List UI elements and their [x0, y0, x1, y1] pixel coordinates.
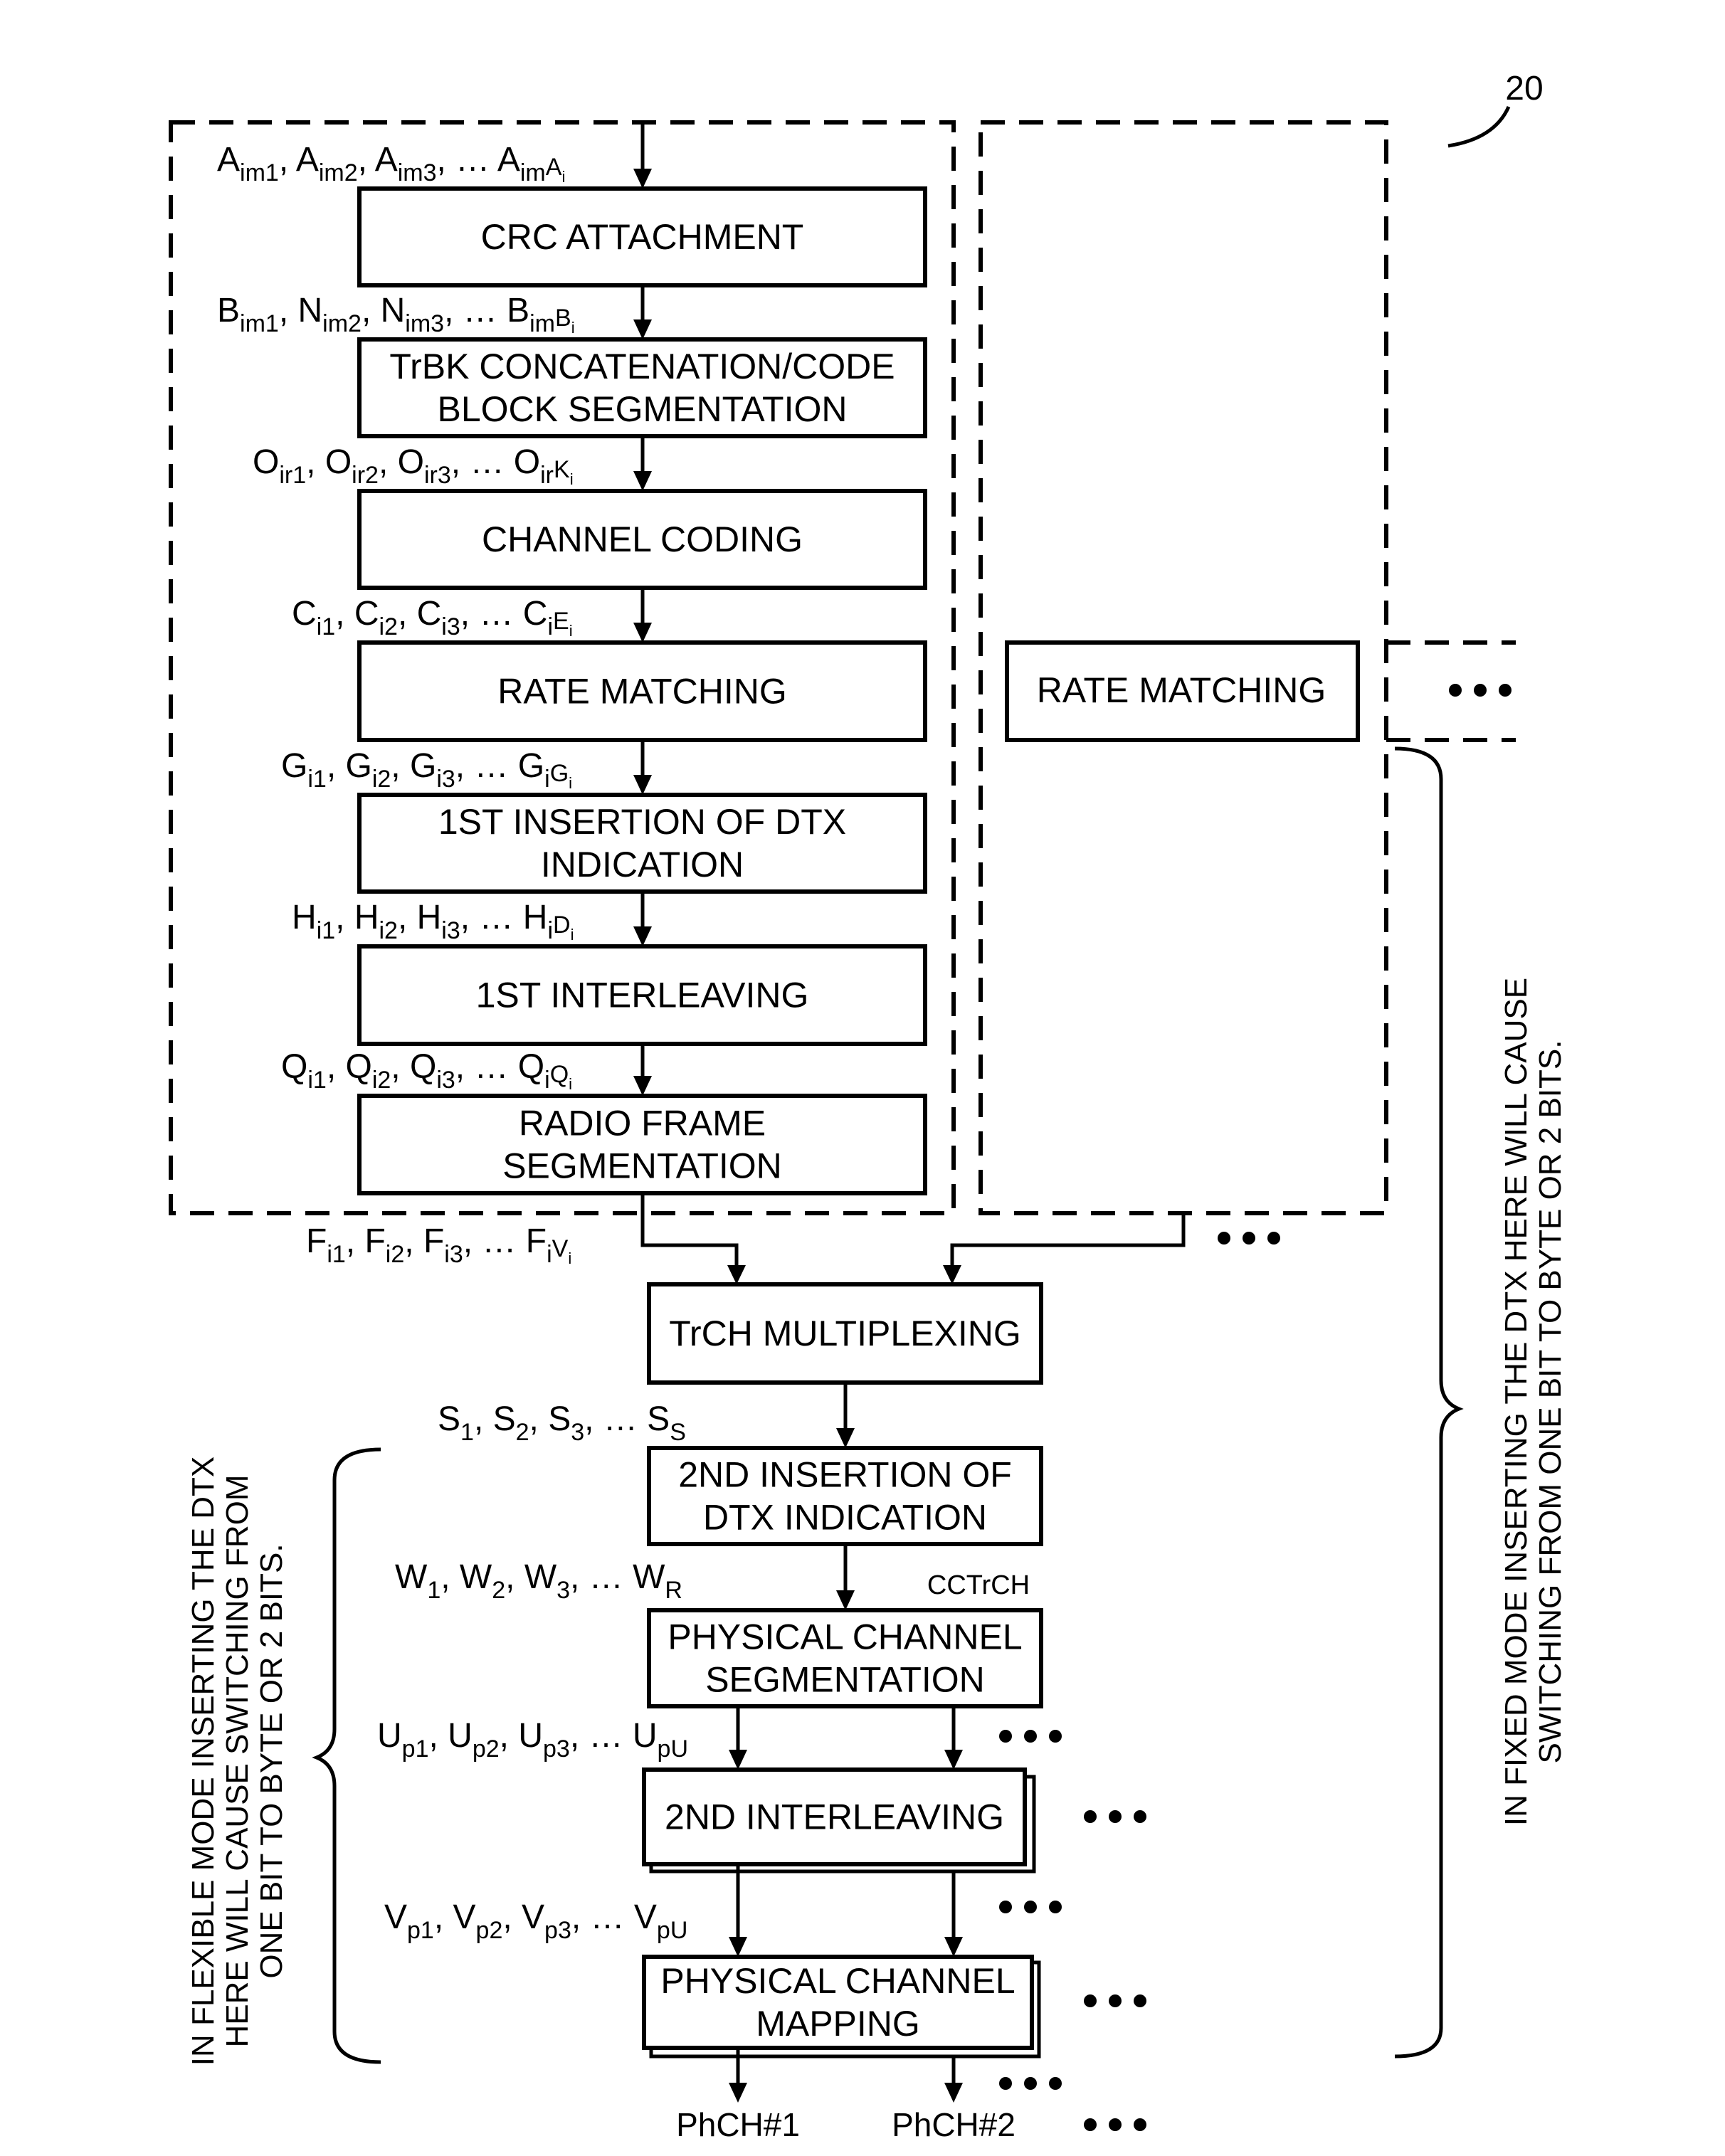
pcm-label-line-1: PHYSICAL CHANNEL — [660, 1961, 1015, 2001]
trbk-block[interactable]: TrBK CONCATENATION/CODEBLOCK SEGMENTATIO… — [357, 337, 927, 438]
mux-label-line-1: TrCH MULTIPLEXING — [669, 1314, 1020, 1353]
ellipsis-interleaving-outputs — [999, 1901, 1062, 1913]
il2-block[interactable]: 2ND INTERLEAVING — [642, 1767, 1027, 1866]
flexible-mode-annotation: IN FLEXIBLE MODE INSERTING THE DTX HERE … — [186, 1457, 289, 2066]
sequence-label-o: Oir1, Oir2, Oir3, … OirKi — [253, 443, 574, 489]
sequence-label-s: S1, S2, S3, … SS — [438, 1400, 686, 1446]
trch-2-to-mux-line — [950, 1213, 1186, 1274]
rfs-block[interactable]: RADIO FRAMESEGMENTATION — [357, 1094, 927, 1195]
arrowhead — [727, 1265, 746, 1284]
phch-1-label: PhCH#1 — [676, 2106, 800, 2143]
transport-channel-coding-diagram: 20 CRC ATTACHMENT TrBK CONCATENATION/CODE… — [169, 70, 1568, 2143]
il2-label-line-1: 2ND INTERLEAVING — [665, 1797, 1004, 1837]
phch-2-label: PhCH#2 — [892, 2106, 1016, 2143]
flexible-mode-brace — [312, 1447, 381, 2064]
sequence-label-h: Hi1, Hi2, Hi3, … HiDi — [292, 899, 574, 944]
crc-block[interactable]: CRC ATTACHMENT — [357, 186, 927, 287]
ellipsis-rate-matching — [1449, 684, 1512, 697]
rfs-label-line-2: SEGMENTATION — [502, 1146, 782, 1186]
cctrch-block-group: TrCH MULTIPLEXING 2ND INSERTION OFDTX IND… — [642, 1282, 1043, 2050]
sequence-label-c: Ci1, Ci2, Ci3, … CiEi — [292, 595, 573, 640]
trch-1-to-mux-line — [640, 1193, 739, 1274]
arrowhead — [633, 775, 652, 795]
arrowhead — [633, 169, 652, 189]
flexible-mode-line-1: IN FLEXIBLE MODE INSERTING THE DTX — [186, 1457, 221, 2066]
reference-leader-line — [1447, 105, 1511, 148]
pcs-label-line-1: PHYSICAL CHANNEL — [668, 1617, 1022, 1657]
arrowhead — [729, 1937, 747, 1957]
dtx1-block[interactable]: 1ST INSERTION OF DTXINDICATION — [357, 793, 927, 894]
crc-label-line-1: CRC ATTACHMENT — [481, 217, 804, 257]
cctrch-label: CCTrCH — [927, 1570, 1030, 1600]
sequence-label-b: Bim1, Nim2, Nim3, … BimBi — [217, 292, 575, 337]
ellipsis-phch-outputs — [1084, 2118, 1146, 2131]
sequence-label-u: Up1, Up2, Up3, … UpU — [377, 1717, 688, 1763]
ellipsis-physical-channel-mapping — [1084, 1994, 1146, 2007]
sequence-label-w: W1, W2, W3, … WR — [395, 1558, 682, 1604]
sequence-label-v: Vp1, Vp2, Vp3, … VpU — [384, 1898, 687, 1944]
arrowhead — [944, 1937, 963, 1957]
arrowhead — [944, 2083, 963, 2103]
figure-reference-number: 20 — [1505, 70, 1543, 107]
dtx1-label-line-2: INDICATION — [541, 845, 744, 884]
mux-block[interactable]: TrCH MULTIPLEXING — [647, 1282, 1043, 1385]
sequence-label-a: Aim1, Aim2, Aim3, … AimAi — [217, 141, 565, 186]
dtx2-label-line-2: DTX INDICATION — [703, 1498, 987, 1538]
arrowhead — [633, 319, 652, 339]
dtx2-block[interactable]: 2ND INSERTION OFDTX INDICATION — [647, 1446, 1043, 1546]
cctrch-sequence-labels: S1, S2, S3, … SS W1, W2, W3, … WR Up1, Up2… — [377, 1400, 688, 1944]
arrowhead — [836, 1590, 855, 1610]
fixed-mode-annotation: IN FIXED MODE INSERTING THE DTX HERE WIL… — [1499, 978, 1568, 1826]
fixed-mode-line-2: SWITCHING FROM ONE BIT TO BYTE OR 2 BITS… — [1533, 1040, 1568, 1763]
fixed-mode-line-1: IN FIXED MODE INSERTING THE DTX HERE WIL… — [1499, 978, 1534, 1826]
pcm-block[interactable]: PHYSICAL CHANNELMAPPING — [642, 1955, 1034, 2050]
sequence-label-q: Qi1, Qi2, Qi3, … QiQi — [281, 1048, 572, 1094]
trbk-label-line-1: TrBK CONCATENATION/CODE — [389, 347, 895, 386]
trch-block-group: CRC ATTACHMENT TrBK CONCATENATION/CODEBLO… — [357, 186, 927, 1195]
rate-matching-block-channel-2[interactable]: RATE MATCHING — [1005, 640, 1360, 742]
sequence-label-f: Fi1, Fi2, Fi3, … FiVi — [306, 1222, 571, 1268]
arrowhead — [836, 1428, 855, 1448]
arrowhead — [729, 2083, 747, 2103]
pcs-block[interactable]: PHYSICAL CHANNELSEGMENTATION — [647, 1608, 1043, 1708]
flexible-mode-line-3: ONE BIT TO BYTE OR 2 BITS. — [254, 1543, 289, 1978]
pcm-label-line-2: MAPPING — [756, 2004, 920, 2044]
il1-block[interactable]: 1ST INTERLEAVING — [357, 944, 927, 1046]
ellipsis-mapping-outputs — [999, 2077, 1062, 2090]
coding-label-line-1: CHANNEL CODING — [482, 519, 803, 559]
arrowhead — [633, 471, 652, 491]
dtx1-label-line-1: 1ST INSERTION OF DTX — [438, 802, 846, 842]
rate-label-line-1: RATE MATCHING — [497, 672, 786, 712]
trbk-label-line-2: BLOCK SEGMENTATION — [437, 389, 847, 429]
fixed-mode-brace — [1394, 746, 1464, 2059]
ellipsis-segmentation-outputs — [999, 1730, 1062, 1743]
sequence-label-g: Gi1, Gi2, Gi3, … GiGi — [281, 747, 572, 793]
rate-block[interactable]: RATE MATCHING — [357, 640, 927, 742]
ellipsis-mux-inputs — [1218, 1232, 1280, 1245]
coding-block[interactable]: CHANNEL CODING — [357, 489, 927, 590]
ellipsis-2nd-interleaving — [1084, 1810, 1146, 1823]
dtx2-label-line-1: 2ND INSERTION OF — [678, 1455, 1012, 1495]
rate-matching-2-label: RATE MATCHING — [1037, 670, 1326, 710]
arrowhead — [944, 1750, 963, 1770]
flexible-mode-line-2: HERE WILL CAUSE SWITCHING FROM — [220, 1474, 255, 2047]
arrowhead — [633, 1076, 652, 1096]
il1-label-line-1: 1ST INTERLEAVING — [476, 976, 809, 1015]
arrowhead — [943, 1265, 961, 1284]
rfs-label-line-1: RADIO FRAME — [519, 1104, 766, 1143]
arrowhead — [633, 926, 652, 946]
pcs-label-line-2: SEGMENTATION — [705, 1660, 985, 1700]
arrowhead — [729, 1750, 747, 1770]
arrowhead — [633, 623, 652, 643]
